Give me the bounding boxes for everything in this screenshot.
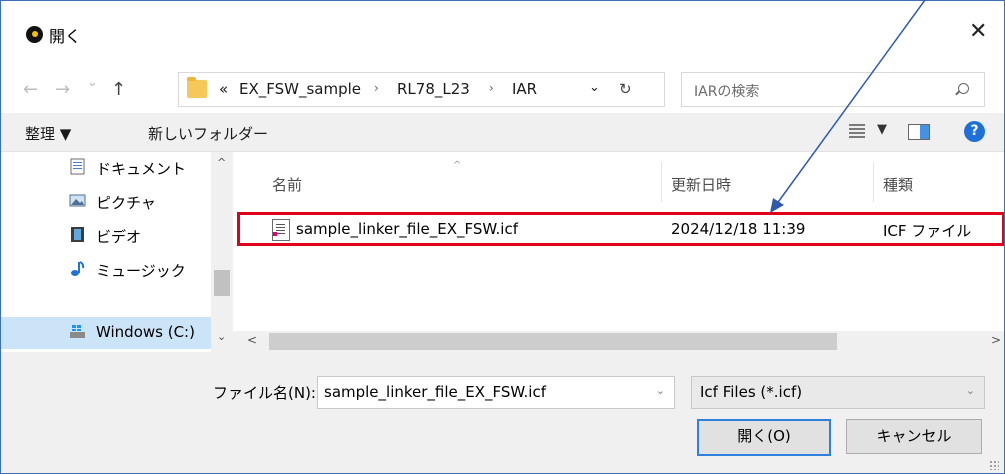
sidebar-item-music[interactable]: ミュージック [1,254,214,286]
music-icon [71,261,85,276]
open-button[interactable]: 開く(O) [697,419,831,456]
sidebar-item-pictures[interactable]: ピクチャ [1,186,214,218]
sort-indicator-icon: ^ [453,160,462,171]
scroll-right-icon[interactable]: > [991,333,1001,347]
cancel-button[interactable]: キャンセル [846,419,982,454]
refresh-icon[interactable]: ↻ [619,80,632,98]
scroll-up-icon[interactable]: ^ [217,156,226,169]
navigation-scrollbar[interactable]: ^ ⌄ [211,152,233,352]
column-divider[interactable] [661,162,662,202]
address-bar[interactable]: « EX_FSW_sample › RL78_L23 › IAR ⌄ ↻ [178,72,665,107]
up-folder-icon[interactable]: ↑ [111,79,126,100]
file-list: ^ 名前 更新日時 種類 sample_linker_file_EX_FSW.i… [233,152,1004,352]
new-folder-button[interactable]: 新しいフォルダー [148,123,268,144]
preview-pane-icon[interactable] [908,124,930,140]
address-row: ← → ⌄ ↑ « EX_FSW_sample › RL78_L23 › IAR… [1,65,1004,113]
sidebar-item-label: ミュージック [96,262,186,280]
file-list-scrollbar[interactable]: < > [233,331,1004,352]
search-placeholder: IARの検索 [694,84,760,100]
dialog-title: 開く [49,27,82,46]
video-icon [71,227,84,242]
breadcrumb-item[interactable]: EX_FSW_sample [239,80,361,98]
sidebar-item-documents[interactable]: ドキュメント [1,152,214,184]
sidebar-item-windows-drive[interactable]: Windows (C:) [1,317,214,349]
breadcrumb-separator[interactable]: › [489,81,494,95]
file-type-value: Icf Files (*.icf) [700,383,803,401]
column-header-modified[interactable]: 更新日時 [671,174,731,195]
app-icon [26,26,43,43]
filename-label: ファイル名(N): [213,384,316,402]
change-view-icon[interactable] [849,124,865,138]
sidebar-item-label: ピクチャ [96,194,156,212]
resize-grip-icon[interactable] [989,460,999,470]
filename-input[interactable]: sample_linker_file_EX_FSW.icf ⌄ [317,376,675,409]
scrollbar-thumb[interactable] [269,333,837,350]
title-bar: 開く ✕ [1,1,1004,65]
sidebar-item-label: Windows (C:) [96,323,195,341]
search-icon[interactable] [958,83,969,94]
organize-button[interactable]: 整理 ▼ [25,123,71,144]
pictures-icon [69,194,86,207]
column-header-type[interactable]: 種類 [883,174,913,195]
annotation-highlight-box [237,212,1004,246]
view-options-caret-icon[interactable]: ▼ [877,122,887,137]
recent-locations-icon[interactable]: ⌄ [87,75,98,90]
dialog-footer: ファイル名(N): sample_linker_file_EX_FSW.icf … [1,352,1004,473]
scrollbar-thumb[interactable] [214,270,230,296]
column-divider[interactable] [873,162,874,202]
scroll-left-icon[interactable]: < [247,333,257,347]
command-bar: 整理 ▼ 新しいフォルダー ▼ ? [1,113,1004,152]
open-file-dialog: 開く ✕ ← → ⌄ ↑ « EX_FSW_sample › RL78_L23 … [0,0,1005,474]
file-type-select[interactable]: Icf Files (*.icf) ⌄ [691,376,985,409]
breadcrumb-item[interactable]: RL78_L23 [397,80,470,98]
address-history-icon[interactable]: ⌄ [589,80,600,95]
document-icon [70,158,85,175]
breadcrumb-overflow[interactable]: « [219,80,228,98]
file-type-dropdown-icon[interactable]: ⌄ [966,384,975,397]
search-input[interactable]: IARの検索 [681,72,985,107]
forward-icon[interactable]: → [55,79,70,100]
filename-dropdown-icon[interactable]: ⌄ [656,384,665,397]
folder-icon [187,77,207,98]
drive-icon [70,325,85,338]
scroll-down-icon[interactable]: ⌄ [217,330,226,343]
sidebar-item-label: ビデオ [96,228,142,246]
help-icon[interactable]: ? [964,121,985,142]
column-header-name[interactable]: 名前 [272,174,302,195]
breadcrumb-item[interactable]: IAR [512,80,537,98]
breadcrumb-separator[interactable]: › [374,81,379,95]
back-icon[interactable]: ← [23,79,38,100]
sidebar-item-videos[interactable]: ビデオ [1,220,214,252]
sidebar-item-label: ドキュメント [96,160,187,178]
navigation-pane: ドキュメント ピクチャ ビデオ ミュージック Windows (C:) [1,152,214,352]
close-icon[interactable]: ✕ [969,21,987,43]
filename-value: sample_linker_file_EX_FSW.icf [324,383,546,401]
